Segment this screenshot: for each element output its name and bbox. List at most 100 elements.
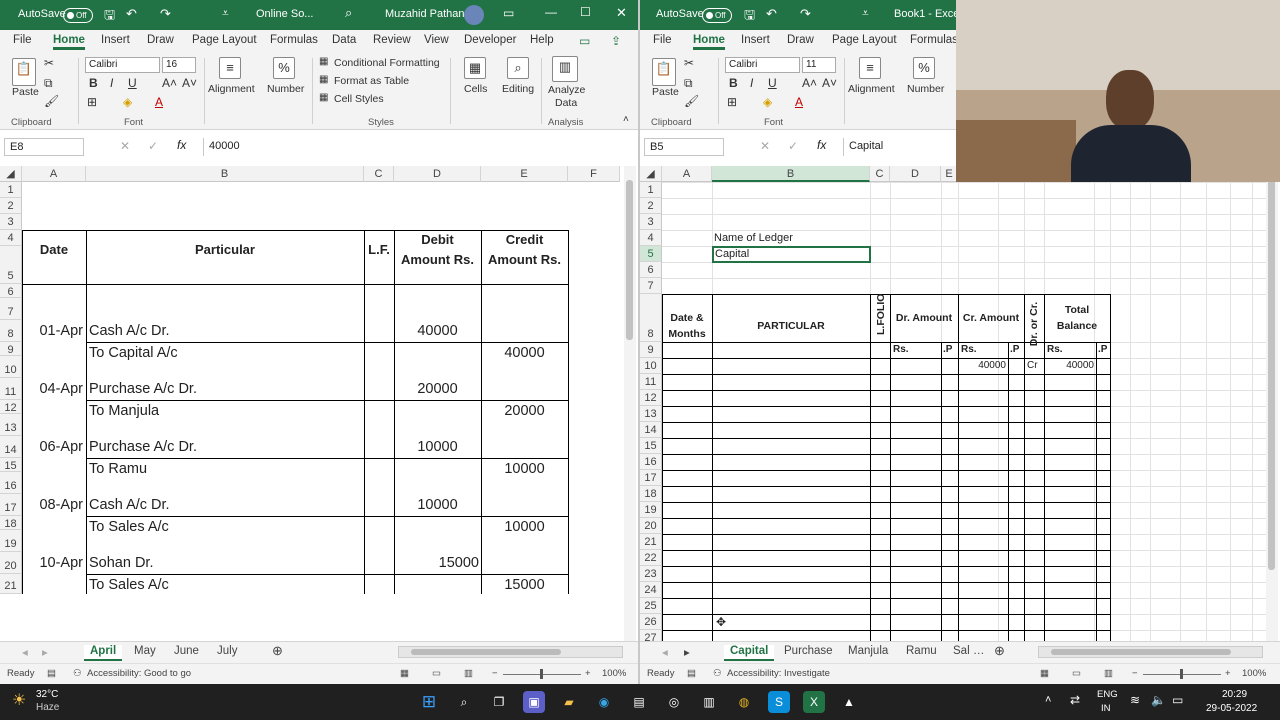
clock-date[interactable]: 29-05-2022 (1206, 703, 1257, 714)
tray-expand-icon[interactable]: ˄ (1045, 694, 1051, 706)
row-header-7[interactable]: 7 (0, 298, 22, 320)
tab-insert[interactable]: Insert (101, 34, 130, 46)
enter-icon[interactable]: ✓ (148, 139, 158, 153)
skype-icon[interactable]: S (768, 691, 790, 713)
sheet-tab-may[interactable]: May (134, 645, 156, 657)
row-header-26[interactable]: 26 (640, 614, 662, 630)
page-break-view-icon[interactable]: ▥ (464, 668, 473, 679)
normal-view-icon[interactable]: ▦ (400, 668, 409, 679)
column-header-a[interactable]: A (662, 166, 712, 182)
font-color-icon[interactable]: A (155, 95, 163, 109)
row-header-18[interactable]: 18 (0, 516, 22, 530)
zoom-slider-thumb[interactable] (1180, 669, 1183, 679)
entry-credit-amount[interactable]: 40000 (481, 345, 568, 361)
row-header-5[interactable]: 5 (640, 246, 662, 262)
tab-home[interactable]: Home (693, 34, 725, 50)
accessibility-status[interactable]: Accessibility: Good to go (87, 668, 191, 679)
font-name-box[interactable]: Calibri (85, 57, 160, 73)
undo-icon[interactable]: ↶ (126, 6, 137, 22)
row-header-15[interactable]: 15 (640, 438, 662, 454)
vertical-scrollbar[interactable] (1266, 166, 1278, 641)
collapse-ribbon-icon[interactable]: ˄ (623, 114, 629, 125)
sheet-tab-july[interactable]: July (217, 645, 237, 657)
column-header-a[interactable]: A (22, 166, 86, 182)
row-header-15[interactable]: 15 (0, 458, 22, 472)
analyze-data-button-line2[interactable]: Data (555, 97, 577, 109)
alignment-icon[interactable]: ≡ (219, 57, 241, 79)
italic-icon[interactable]: I (750, 76, 753, 90)
volume-icon[interactable]: 🔈 (1151, 693, 1166, 707)
entry-debit-particular[interactable]: Purchase A/c Dr. (89, 439, 197, 455)
comments-icon[interactable]: ▭ (579, 34, 590, 48)
temperature[interactable]: 32°C (36, 689, 58, 700)
cut-icon[interactable]: ✂ (684, 56, 694, 70)
row-header-11[interactable]: 11 (640, 374, 662, 390)
select-all-corner[interactable]: ◢ (0, 166, 22, 182)
entry-credit-particular[interactable]: To Sales A/c (89, 577, 169, 593)
row-header-9[interactable]: 9 (640, 342, 662, 358)
entry-debit-particular[interactable]: Cash A/c Dr. (89, 323, 170, 339)
tab-page-layout[interactable]: Page Layout (192, 34, 257, 46)
insert-function-icon[interactable]: fx (817, 138, 826, 152)
number-button[interactable]: Number (267, 83, 304, 95)
weather-icon[interactable]: ☀ (12, 690, 26, 710)
copy-icon[interactable]: ⧉ (44, 76, 53, 91)
format-painter-icon[interactable]: 🖌 (44, 94, 59, 108)
tab-formulas[interactable]: Formulas (270, 34, 318, 46)
sheet-tab-sales[interactable]: Sal (953, 645, 970, 657)
row-header-13[interactable]: 13 (0, 414, 22, 436)
row-header-1[interactable]: 1 (640, 182, 662, 198)
autosave-toggle[interactable]: Off (702, 8, 732, 23)
start-icon[interactable]: ⊞ (418, 691, 440, 713)
row-header-20[interactable]: 20 (640, 518, 662, 534)
cells-button[interactable]: Cells (464, 83, 487, 95)
enter-icon[interactable]: ✓ (788, 139, 798, 153)
undo-icon[interactable]: ↶ (766, 6, 777, 22)
row-header-22[interactable]: 22 (640, 550, 662, 566)
row-header-4[interactable]: 4 (640, 230, 662, 246)
entry-debit-amount[interactable]: 20000 (394, 381, 481, 397)
network-share-icon[interactable]: ⇄ (1070, 693, 1080, 707)
row-header-14[interactable]: 14 (0, 436, 22, 458)
format-table-icon[interactable]: ▦ (319, 74, 328, 85)
chat-icon[interactable]: ▣ (523, 691, 545, 713)
accessibility-icon[interactable]: ⚇ (713, 668, 722, 679)
sheet-tab-manjula[interactable]: Manjula (848, 645, 888, 657)
sheet-tab-june[interactable]: June (174, 645, 199, 657)
wifi-icon[interactable]: ≋ (1130, 693, 1140, 707)
entry-credit-amount[interactable]: 10000 (481, 519, 568, 535)
row-header-7[interactable]: 7 (640, 278, 662, 294)
row-header-19[interactable]: 19 (640, 502, 662, 518)
minimize-icon[interactable]: — (545, 5, 557, 19)
row-header-21[interactable]: 21 (0, 574, 22, 594)
conditional-formatting-icon[interactable]: ▦ (319, 56, 328, 67)
row-header-25[interactable]: 25 (640, 598, 662, 614)
tab-insert[interactable]: Insert (741, 34, 770, 46)
battery-icon[interactable]: ▭ (1172, 693, 1183, 707)
normal-view-icon[interactable]: ▦ (1040, 668, 1049, 679)
user-name[interactable]: Muzahid Pathan (385, 8, 465, 20)
macro-icon[interactable]: ▤ (47, 668, 56, 679)
bold-icon[interactable]: B (729, 76, 738, 90)
column-header-d[interactable]: D (394, 166, 481, 182)
entry-date[interactable]: 01-Apr (22, 323, 86, 339)
row-header-21[interactable]: 21 (640, 534, 662, 550)
sheet-tab-april[interactable]: April (84, 645, 123, 661)
entry-date[interactable]: 10-Apr (22, 555, 86, 571)
row-header-8[interactable]: 8 (640, 294, 662, 342)
row-header-6[interactable]: 6 (640, 262, 662, 278)
customize-icon[interactable]: ⩡ (222, 6, 229, 21)
row-header-2[interactable]: 2 (640, 198, 662, 214)
zoom-out-icon[interactable]: − (1132, 668, 1138, 679)
borders-icon[interactable]: ⊞ (87, 95, 97, 109)
ledger-label[interactable]: Name of Ledger (714, 232, 793, 244)
close-icon[interactable]: ✕ (616, 5, 627, 21)
horizontal-scrollbar[interactable] (398, 646, 623, 658)
row-header-14[interactable]: 14 (640, 422, 662, 438)
grow-font-icon[interactable]: A˄ (162, 76, 177, 90)
row-header-10[interactable]: 10 (0, 356, 22, 378)
row-header-17[interactable]: 17 (0, 494, 22, 516)
add-sheet-icon[interactable]: ⊕ (272, 643, 283, 659)
row-header-11[interactable]: 11 (0, 378, 22, 400)
conditional-formatting-button[interactable]: Conditional Formatting (334, 57, 440, 69)
